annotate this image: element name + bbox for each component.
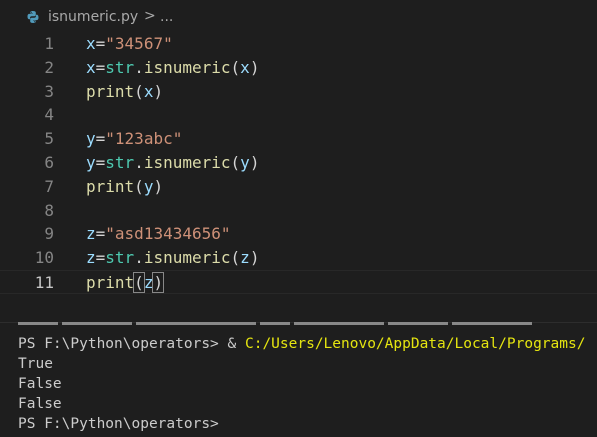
code-line[interactable]: 2 x=str.isnumeric(x) — [0, 56, 597, 80]
code-text: z=str.isnumeric(z) — [86, 246, 259, 270]
code-text: z="asd13434656" — [86, 222, 231, 246]
code-token: x — [86, 57, 96, 77]
code-line[interactable]: 6 y=str.isnumeric(y) — [0, 151, 597, 175]
line-number: 4 — [44, 105, 54, 125]
code-token: isnumeric — [143, 248, 231, 268]
line-number: 11 — [34, 273, 54, 292]
line-number: 5 — [44, 129, 54, 149]
code-token: ) — [153, 176, 164, 196]
code-text: x=str.isnumeric(x) — [86, 56, 259, 80]
code-token: print — [86, 81, 135, 101]
code-token: y — [240, 153, 250, 172]
code-text: print(x) — [86, 80, 163, 104]
code-token: ) — [249, 248, 260, 268]
breadcrumb-separator: > — [144, 8, 156, 24]
breadcrumb: isnumeric.py > ... — [0, 0, 597, 36]
code-token: "asd13434656" — [105, 224, 231, 244]
terminal-panel[interactable]: PS F:\Python\operators> & C:/Users/Lenov… — [18, 334, 597, 434]
code-token: "34567" — [105, 34, 173, 53]
code-token: = — [95, 129, 106, 149]
code-token: z — [86, 248, 96, 268]
code-line[interactable]: 11 print(z) — [0, 270, 597, 294]
line-number: 1 — [44, 34, 54, 53]
code-text: print(z) — [86, 271, 165, 295]
code-token: = — [95, 57, 106, 77]
code-token: ) — [249, 57, 260, 77]
code-text: y="123abc" — [86, 127, 182, 151]
code-token: ( — [134, 81, 144, 101]
code-token: isnumeric — [143, 153, 231, 172]
code-token: z — [86, 224, 96, 244]
code-line[interactable]: 4 — [0, 103, 597, 127]
line-number: 10 — [34, 248, 54, 268]
code-line[interactable]: 1 x="34567" — [0, 32, 597, 56]
code-line[interactable]: 3 print(x) — [0, 80, 597, 104]
code-token: z — [240, 248, 250, 268]
code-editor[interactable]: 1 x="34567" 2 x=str.isnumeric(x) 3 print(x) 4 5… — [0, 32, 597, 302]
code-token: isnumeric — [143, 57, 231, 77]
code-token: ( — [133, 272, 145, 293]
code-text: x="34567" — [86, 32, 173, 56]
line-number: 9 — [44, 224, 54, 244]
code-token: ( — [230, 57, 241, 77]
code-token: print — [86, 176, 135, 196]
code-token: print — [86, 273, 135, 292]
terminal-output-line: False — [18, 376, 62, 392]
code-token: . — [134, 57, 144, 77]
line-number: 7 — [44, 176, 54, 196]
code-text: y=str.isnumeric(y) — [86, 151, 259, 175]
terminal-ampersand: & — [227, 336, 245, 352]
terminal-command-line: PS F:\Python\operators> & C:/Users/Lenov… — [18, 334, 597, 354]
terminal-output-line: False — [18, 396, 62, 412]
text-cursor — [163, 274, 165, 293]
code-token: str — [105, 248, 135, 268]
code-token: ( — [230, 248, 241, 268]
code-token: y — [143, 176, 154, 196]
breadcrumb-file-name[interactable]: isnumeric.py — [48, 9, 138, 25]
code-token: . — [134, 248, 144, 268]
code-token: ) — [249, 153, 260, 172]
breadcrumb-more[interactable]: ... — [160, 9, 173, 25]
code-token: x — [143, 81, 154, 101]
line-number: 6 — [44, 153, 54, 172]
python-file-icon — [27, 11, 39, 23]
code-token: x — [86, 34, 96, 53]
code-text: print(y) — [86, 175, 163, 199]
code-token: y — [86, 153, 96, 172]
code-line[interactable]: 9 z="asd13434656" — [0, 222, 597, 246]
code-token: . — [134, 153, 144, 172]
terminal-scrolled-line — [18, 318, 578, 326]
code-token: = — [95, 224, 106, 244]
terminal-prompt-line: PS F:\Python\operators> — [18, 416, 228, 432]
code-line[interactable]: 10 z=str.isnumeric(z) — [0, 246, 597, 270]
terminal-output-line: True — [18, 356, 53, 372]
code-token: = — [95, 248, 106, 268]
code-line[interactable]: 7 print(y) — [0, 175, 597, 199]
code-token: = — [95, 34, 106, 53]
code-token: = — [95, 153, 106, 172]
code-token: x — [240, 57, 250, 77]
code-token: ( — [230, 153, 241, 172]
code-token: ) — [152, 272, 165, 293]
line-number: 8 — [44, 200, 54, 220]
line-number: 3 — [44, 81, 54, 101]
line-number: 2 — [44, 57, 54, 77]
code-token: y — [86, 129, 96, 149]
code-token: str — [105, 57, 135, 77]
code-token: ) — [153, 81, 164, 101]
code-token: z — [143, 273, 154, 292]
code-token: str — [105, 153, 135, 172]
code-line[interactable]: 8 — [0, 199, 597, 223]
code-line[interactable]: 5 y="123abc" — [0, 127, 597, 151]
terminal-command: C:/Users/Lenovo/AppData/Local/Programs/ — [244, 336, 586, 352]
code-token: "123abc" — [105, 129, 183, 149]
code-token: ( — [134, 176, 144, 196]
terminal-prompt: PS F:\Python\operators> — [18, 336, 228, 352]
